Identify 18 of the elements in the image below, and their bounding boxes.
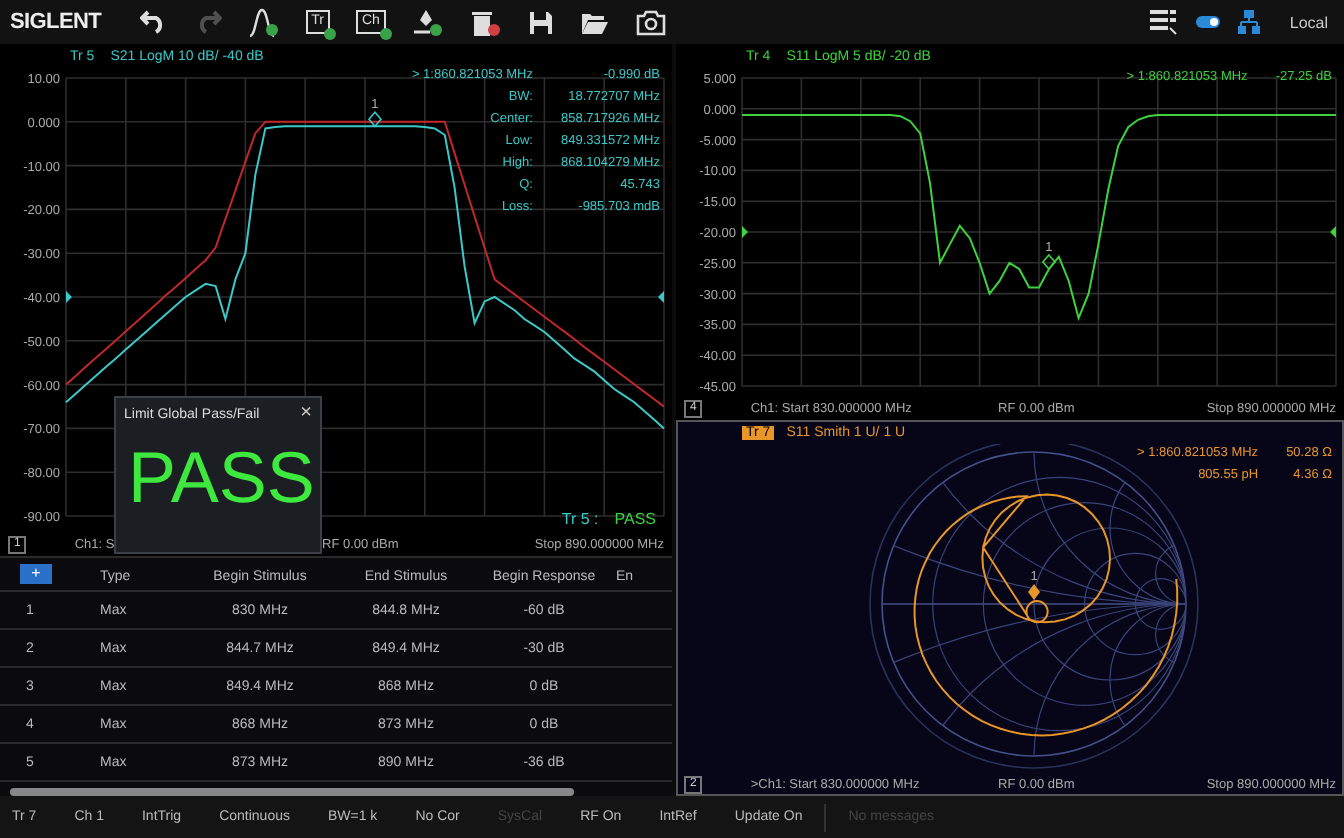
- marker-icon[interactable]: [367, 110, 383, 128]
- list-icon[interactable]: [1149, 9, 1178, 35]
- scrollbar-thumb[interactable]: [10, 788, 574, 797]
- reference-level-icon: [66, 291, 72, 303]
- reference-level-icon: [1330, 226, 1336, 238]
- network-icon: [1237, 10, 1260, 34]
- marker-icon[interactable]: [1041, 253, 1056, 271]
- close-button[interactable]: ×: [300, 404, 312, 424]
- toggle-icon: [1195, 16, 1220, 28]
- logo-text: SIGLENT: [10, 10, 102, 34]
- limit-trace-label: Tr 5 :: [561, 510, 599, 528]
- marker-icon[interactable]: [1028, 584, 1040, 600]
- reference-level-icon: [658, 291, 664, 303]
- limit-result: PASS: [614, 510, 656, 528]
- reference-level-icon: [742, 226, 748, 238]
- add-button[interactable]: +: [20, 564, 52, 585]
- pass-result: PASS: [126, 438, 317, 518]
- mode-label: Local: [1289, 13, 1328, 31]
